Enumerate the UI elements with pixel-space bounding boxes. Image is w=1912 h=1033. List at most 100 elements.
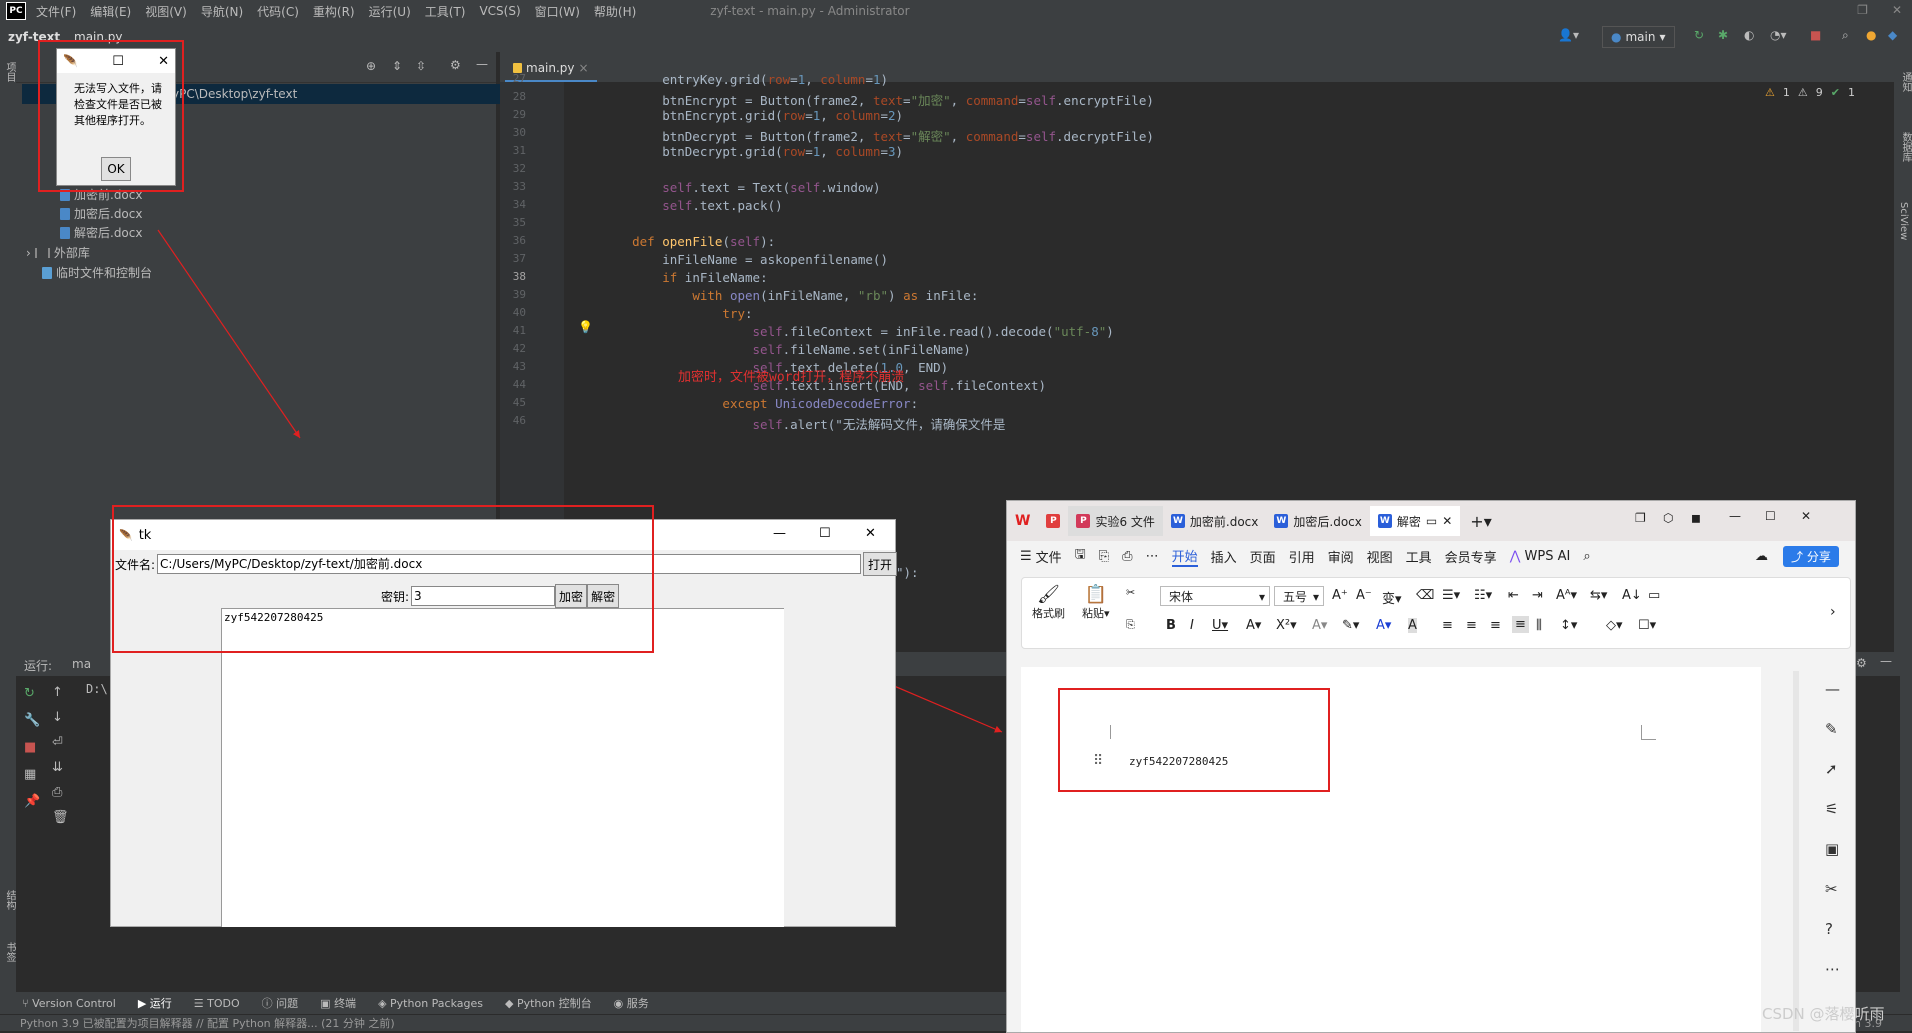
tools-icon[interactable]: ✂	[1825, 869, 1840, 909]
search-icon[interactable]: ⌕	[1583, 549, 1590, 564]
cube-icon[interactable]: ⬡	[1663, 511, 1673, 525]
char-shade-icon[interactable]: A	[1408, 618, 1417, 633]
strikethrough-icon[interactable]: A▾	[1246, 618, 1261, 633]
wps-tab-1[interactable]: P 实验6 文件	[1068, 506, 1163, 536]
wps-menu-member[interactable]: 会员专享	[1445, 547, 1497, 566]
paste-button[interactable]: 📋 粘贴▾	[1082, 584, 1110, 621]
csdn-watermark: CSDN @落樱听雨	[1762, 1005, 1885, 1023]
align-left-icon[interactable]: ≡	[1442, 618, 1453, 633]
chevron-down-icon: ▾	[1312, 590, 1319, 604]
phonetic-icon[interactable]: 变▾	[1382, 588, 1402, 607]
line-spacing-icon[interactable]: ↕▾	[1560, 618, 1577, 633]
avatar[interactable]: ◼	[1691, 511, 1701, 525]
font-shrink-icon[interactable]: A⁻	[1356, 588, 1372, 603]
case-icon[interactable]: Aᴬ▾	[1556, 588, 1577, 603]
word-icon: W	[1170, 514, 1185, 528]
clipboard-icon: 📋	[1084, 584, 1107, 605]
wps-menu-icon[interactable]: ☰	[1020, 549, 1032, 564]
font-select[interactable]: 宋体 ▾	[1160, 586, 1270, 606]
more-icon[interactable]: ⋯	[1825, 949, 1840, 989]
wps-menu: ☰ 文件 🖫 ⎘ ⎙ ⋯ 开始 插入 页面 引用 审阅 视图 工具 会员专享 ⋀…	[1007, 541, 1855, 571]
wps-menu-home[interactable]: 开始	[1171, 546, 1198, 567]
format-painter-button[interactable]: 🖌 格式刷	[1032, 584, 1065, 621]
collapse-icon[interactable]: —	[1825, 669, 1840, 709]
word-icon: W	[1274, 514, 1289, 528]
pen-icon[interactable]: ✎	[1825, 709, 1840, 749]
size-select[interactable]: 五号 ▾	[1274, 586, 1324, 606]
ppt-icon: P	[1076, 514, 1091, 528]
close-icon[interactable]: ✕	[1801, 509, 1811, 523]
window-icon[interactable]: ❐	[1635, 511, 1646, 525]
border-icon[interactable]: ☐▾	[1638, 618, 1656, 633]
image-icon[interactable]: ▣	[1825, 829, 1840, 869]
more-icon[interactable]: ⋯	[1146, 549, 1159, 564]
word-icon: W	[1377, 514, 1392, 528]
align-right-icon[interactable]: ≡	[1490, 618, 1501, 633]
wps-tab-4[interactable]: W 解密 ▭ ✕	[1369, 506, 1461, 536]
text-effect-icon[interactable]: A▾	[1312, 618, 1327, 633]
align-center-icon[interactable]: ≡	[1466, 618, 1477, 633]
pdf-icon: P	[1046, 514, 1061, 528]
close-icon[interactable]: ✕	[865, 526, 876, 541]
cursor-icon[interactable]: ➚	[1825, 749, 1840, 789]
wps-menu-review[interactable]: 审阅	[1328, 547, 1354, 566]
close-tab-icon[interactable]: ✕	[1442, 514, 1452, 528]
eraser-icon[interactable]: ⌫	[1416, 588, 1434, 603]
superscript-icon[interactable]: X²▾	[1276, 618, 1297, 633]
highlight-icon[interactable]: ✎▾	[1342, 618, 1359, 633]
bold-icon[interactable]: B	[1166, 618, 1176, 633]
font-grow-icon[interactable]: A⁺	[1332, 588, 1348, 603]
chevron-down-icon: ▾	[1258, 590, 1265, 604]
sort-icon[interactable]: A↓	[1622, 588, 1642, 603]
bullets-icon[interactable]: ☰▾	[1442, 588, 1460, 603]
wps-menu-page[interactable]: 页面	[1250, 547, 1276, 566]
pdf-tab[interactable]: P	[1038, 506, 1068, 536]
indent-icon[interactable]: ⇥	[1532, 588, 1543, 603]
wps-side-tools: — ✎ ➚ ⚟ ▣ ✂ ? ⋯	[1809, 651, 1855, 1031]
scrollbar[interactable]	[1793, 671, 1799, 1031]
settings-icon[interactable]: ⚟	[1825, 789, 1840, 829]
arrow-to-tk	[157, 229, 301, 439]
wps-tab-2[interactable]: W 加密前.docx	[1163, 506, 1266, 536]
font-color-icon[interactable]: A▾	[1376, 618, 1391, 633]
minimize-icon[interactable]: —	[773, 526, 786, 541]
distribute-icon[interactable]: ⫼	[1536, 618, 1542, 633]
text-direction-icon[interactable]: ⇆▾	[1590, 588, 1607, 603]
cut-icon[interactable]: ✂	[1126, 586, 1135, 599]
highlight-tk	[112, 505, 654, 653]
wps-menu-view[interactable]: 视图	[1367, 547, 1393, 566]
underline-icon[interactable]: U▾	[1212, 618, 1228, 633]
copy-icon[interactable]: ⎘	[1126, 618, 1135, 632]
margin-mark	[1641, 725, 1656, 740]
minimize-icon[interactable]: —	[1729, 509, 1741, 523]
help-icon[interactable]: ?	[1825, 909, 1840, 949]
content-text-area[interactable]: zyf542207280425	[221, 608, 784, 927]
print-icon[interactable]: ⎙	[1122, 549, 1132, 564]
wps-ai-button[interactable]: ⋀ WPS AI	[1510, 549, 1571, 564]
shading-icon[interactable]: ◇▾	[1606, 618, 1623, 633]
numbering-icon[interactable]: ☷▾	[1474, 588, 1492, 603]
outdent-icon[interactable]: ⇤	[1508, 588, 1519, 603]
maximize-icon[interactable]: ☐	[819, 526, 831, 541]
wps-tab-3[interactable]: W 加密后.docx	[1266, 506, 1369, 536]
italic-icon[interactable]: I	[1190, 618, 1194, 633]
save-icon[interactable]: 🖫	[1075, 545, 1086, 567]
justify-icon[interactable]: ≡	[1512, 616, 1529, 633]
cloud-icon[interactable]: ☁	[1755, 549, 1768, 564]
wps-menu-reference[interactable]: 引用	[1289, 547, 1315, 566]
new-tab-icon[interactable]: +▾	[1470, 512, 1491, 531]
maximize-icon[interactable]: ☐	[1765, 509, 1776, 523]
wps-menu-tools[interactable]: 工具	[1406, 547, 1432, 566]
ribbon-scroll-icon[interactable]: ›	[1830, 604, 1836, 620]
brush-icon: 🖌	[1037, 584, 1060, 605]
wps-menu-file[interactable]: 文件	[1036, 547, 1062, 566]
share-button[interactable]: ⤴ 分享	[1783, 545, 1839, 567]
show-marks-icon[interactable]: ▭	[1648, 588, 1660, 603]
wps-home[interactable]: W	[1007, 506, 1038, 536]
highlight-document	[1058, 688, 1330, 792]
monitor-icon: ▭	[1425, 514, 1438, 528]
wps-menu-insert[interactable]: 插入	[1211, 547, 1237, 566]
open-button[interactable]: 打开	[863, 552, 897, 576]
export-icon[interactable]: ⎘	[1099, 549, 1109, 564]
wps-logo-icon: W	[1015, 513, 1031, 529]
